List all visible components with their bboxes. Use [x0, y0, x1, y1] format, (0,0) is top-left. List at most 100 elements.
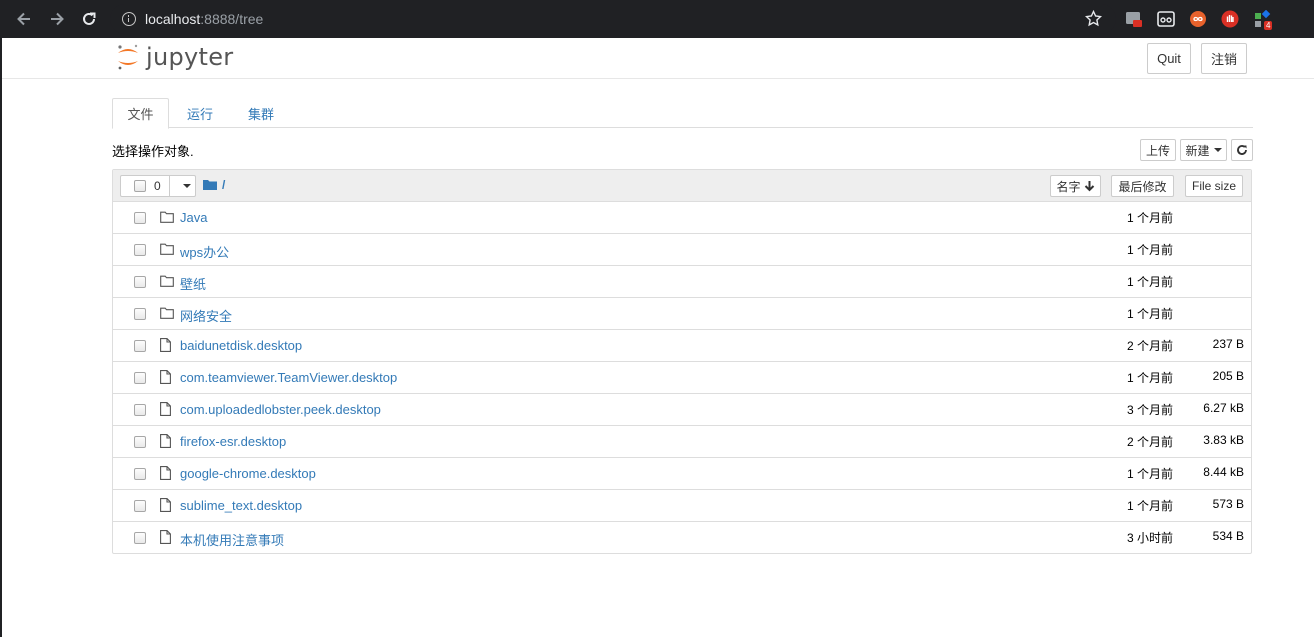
item-modified: 1 个月前: [1126, 275, 1173, 289]
list-item[interactable]: 本机使用注意事项 3 小时前 534 B: [113, 522, 1251, 554]
file-icon: [160, 498, 171, 517]
folder-open-icon: [203, 180, 217, 190]
tab-clusters[interactable]: 集群: [234, 98, 288, 128]
item-checkbox[interactable]: [134, 500, 146, 512]
extension-screenshot-icon[interactable]: [1125, 10, 1143, 28]
item-modified: 1 个月前: [1126, 211, 1173, 225]
list-item[interactable]: sublime_text.desktop 1 个月前 573 B: [113, 490, 1251, 522]
site-info-icon[interactable]: [122, 12, 136, 26]
item-checkbox[interactable]: [134, 212, 146, 224]
extension-mask-icon[interactable]: [1157, 10, 1175, 28]
folder-icon: [160, 306, 174, 324]
selected-count: 0: [154, 179, 161, 193]
quit-button[interactable]: Quit: [1147, 43, 1191, 74]
sort-name-label: 名字: [1056, 179, 1081, 194]
browser-toolbar: localhost:8888/tree 4: [0, 0, 1314, 38]
back-icon[interactable]: [12, 7, 36, 31]
item-checkbox[interactable]: [134, 532, 146, 544]
folder-icon: [160, 210, 174, 228]
item-name-link[interactable]: sublime_text.desktop: [180, 498, 302, 513]
item-name-link[interactable]: google-chrome.desktop: [180, 466, 316, 481]
breadcrumb[interactable]: /: [203, 178, 225, 192]
chevron-down-icon: [1213, 148, 1222, 152]
item-checkbox[interactable]: [134, 340, 146, 352]
item-name-link[interactable]: 本机使用注意事项: [180, 530, 284, 549]
item-modified: 2 个月前: [1126, 435, 1173, 449]
list-item[interactable]: google-chrome.desktop 1 个月前 8.44 kB: [113, 458, 1251, 490]
url-text: localhost:8888/tree: [145, 11, 264, 27]
tab-bar: 文件 运行 集群: [112, 98, 1253, 129]
list-item[interactable]: 壁纸 1 个月前: [113, 266, 1251, 298]
select-menu-chevron-icon[interactable]: [183, 184, 191, 188]
item-modified: 1 个月前: [1126, 499, 1173, 513]
item-size: 205 B: [1212, 369, 1244, 383]
item-name-link[interactable]: baidunetdisk.desktop: [180, 338, 302, 353]
address-bar[interactable]: localhost:8888/tree: [110, 4, 1116, 34]
item-size: 3.83 kB: [1203, 433, 1244, 447]
sort-modified-button[interactable]: 最后修改: [1111, 175, 1174, 197]
upload-button[interactable]: 上传: [1140, 139, 1176, 161]
jupyter-logo-icon: [116, 43, 140, 71]
tab-files[interactable]: 文件: [112, 98, 169, 129]
extension-puzzle-icon[interactable]: 4: [1254, 9, 1273, 30]
new-dropdown-button[interactable]: 新建: [1180, 139, 1227, 161]
item-modified: 2 个月前: [1126, 339, 1173, 353]
logout-button[interactable]: 注销: [1201, 43, 1247, 74]
list-item[interactable]: Java 1 个月前: [113, 202, 1251, 234]
jupyter-logo-text: jupyter: [146, 43, 234, 71]
select-all-group: 0: [120, 175, 196, 197]
breadcrumb-root[interactable]: /: [222, 178, 225, 192]
item-name-link[interactable]: com.teamviewer.TeamViewer.desktop: [180, 370, 397, 385]
tab-running[interactable]: 运行: [174, 98, 226, 128]
bookmark-star-icon[interactable]: [1084, 9, 1103, 32]
item-modified: 1 个月前: [1126, 243, 1173, 257]
reload-icon[interactable]: [77, 7, 101, 31]
item-name-link[interactable]: firefox-esr.desktop: [180, 434, 286, 449]
list-item[interactable]: firefox-esr.desktop 2 个月前 3.83 kB: [113, 426, 1251, 458]
extension-hand-icon[interactable]: [1221, 10, 1239, 28]
folder-icon: [160, 274, 174, 292]
item-checkbox[interactable]: [134, 244, 146, 256]
sort-size-button[interactable]: File size: [1185, 175, 1243, 197]
window-edge: [0, 38, 2, 637]
list-item[interactable]: wps办公 1 个月前: [113, 234, 1251, 266]
item-size: 534 B: [1212, 529, 1244, 543]
item-name-link[interactable]: com.uploadedlobster.peek.desktop: [180, 402, 381, 417]
refresh-button[interactable]: [1231, 139, 1253, 161]
jupyter-logo[interactable]: jupyter: [116, 43, 233, 71]
extension-badge: 4: [1264, 21, 1273, 30]
item-name-link[interactable]: wps办公: [180, 242, 229, 261]
arrow-down-icon: [1084, 181, 1094, 192]
extension-infinity-icon[interactable]: [1189, 10, 1207, 28]
file-list: 0 / 名字 最后修改 File size Java 1 个月前 wps办公 1 个月…: [112, 169, 1252, 554]
list-item[interactable]: com.teamviewer.TeamViewer.desktop 1 个月前 20…: [113, 362, 1251, 394]
file-icon: [160, 466, 171, 485]
item-name-link[interactable]: 网络安全: [180, 306, 232, 325]
item-name-link[interactable]: 壁纸: [180, 274, 206, 293]
list-item[interactable]: 网络安全 1 个月前: [113, 298, 1251, 330]
folder-icon: [160, 242, 174, 260]
item-size: 237 B: [1212, 337, 1244, 351]
item-checkbox[interactable]: [134, 308, 146, 320]
list-item[interactable]: com.uploadedlobster.peek.desktop 3 个月前 6.2…: [113, 394, 1251, 426]
file-icon: [160, 402, 171, 421]
refresh-icon: [1237, 145, 1247, 155]
item-modified: 1 个月前: [1126, 467, 1173, 481]
file-icon: [160, 434, 171, 453]
file-icon: [160, 370, 171, 389]
divider: [169, 176, 170, 196]
file-icon: [160, 338, 171, 357]
item-checkbox[interactable]: [134, 404, 146, 416]
item-checkbox[interactable]: [134, 468, 146, 480]
item-checkbox[interactable]: [134, 276, 146, 288]
item-modified: 1 个月前: [1126, 371, 1173, 385]
list-header: 0 / 名字 最后修改 File size: [113, 170, 1251, 202]
selection-hint: 选择操作对象.: [112, 144, 194, 159]
item-checkbox[interactable]: [134, 436, 146, 448]
item-checkbox[interactable]: [134, 372, 146, 384]
item-name-link[interactable]: Java: [180, 210, 207, 225]
sort-name-button[interactable]: 名字: [1050, 175, 1101, 197]
select-all-checkbox[interactable]: [134, 180, 146, 192]
forward-icon[interactable]: [45, 7, 69, 31]
list-item[interactable]: baidunetdisk.desktop 2 个月前 237 B: [113, 330, 1251, 362]
